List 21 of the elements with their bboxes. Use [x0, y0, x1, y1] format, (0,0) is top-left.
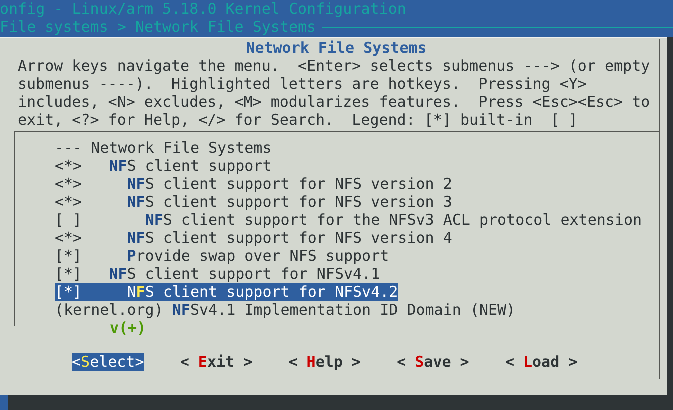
panel-strip	[0, 395, 8, 410]
menu-button[interactable]: < Exit >	[180, 353, 253, 371]
menu-item[interactable]: [*] NFS client support for NFSv4.1	[55, 265, 380, 283]
menu-item[interactable]: <*> NFS client support for NFS version 2	[55, 175, 452, 193]
menu-item[interactable]: <*> NFS client support	[55, 157, 272, 175]
breadcrumb: File systems > Network File Systems	[0, 18, 316, 36]
menu-button[interactable]: < Load >	[505, 353, 578, 371]
menu-item[interactable]: [*] Provide swap over NFS support	[55, 247, 390, 265]
menu-item[interactable]: <*> NFS client support for NFS version 4	[55, 229, 452, 247]
menu-item[interactable]: <*> NFS client support for NFS version 3	[55, 193, 452, 211]
menu-item[interactable]: [ ] NFS client support for the NFSv3 ACL protocol extension	[55, 211, 642, 229]
menu-button[interactable]: < Save >	[397, 353, 470, 371]
help-text: Arrow keys navigate the menu. <Enter> selects submenus ---> (or empty submenus ----). Highlighted letters are hotkeys. Pressing <Y> includes, <N> excludes, <M> modularizes features. Press <Esc><Esc> to exit, <?> for Help, </> for Search. Legend: [*] built-in [ ]	[17, 57, 652, 129]
menu-button[interactable]: < Help >	[288, 353, 361, 371]
menu-item[interactable]: --- Network File Systems	[55, 139, 272, 157]
dialog-title: Network File Systems	[245, 39, 428, 57]
menu-button[interactable]: <Select>	[72, 353, 144, 371]
menu-item[interactable]: [*] NFS client support for NFSv4.2	[55, 283, 398, 301]
window-title: onfig - Linux/arm 5.18.0 Kernel Configuration	[0, 0, 406, 18]
scroll-indicator: v(+)	[109, 319, 146, 337]
menu-item[interactable]: (kernel.org) NFSv4.1 Implementation ID Domain (NEW)	[55, 301, 516, 319]
